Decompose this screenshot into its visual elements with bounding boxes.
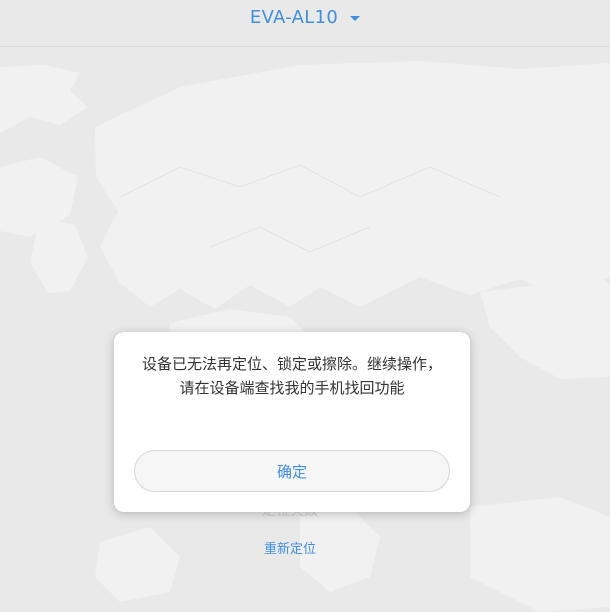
caret-down-icon[interactable]: [350, 15, 361, 21]
device-name[interactable]: EVA-AL10: [250, 7, 338, 28]
alert-dialog: 设备已无法再定位、锁定或擦除。继续操作，请在设备端查找我的手机找回功能 确定: [114, 332, 470, 512]
world-map[interactable]: [0, 47, 610, 612]
device-selector[interactable]: EVA-AL10: [250, 7, 361, 28]
confirm-button[interactable]: 确定: [134, 450, 450, 492]
relocate-link[interactable]: 重新定位: [0, 538, 580, 557]
top-bar: EVA-AL10: [0, 0, 610, 47]
dialog-message: 设备已无法再定位、锁定或擦除。继续操作，请在设备端查找我的手机找回功能: [142, 355, 443, 397]
